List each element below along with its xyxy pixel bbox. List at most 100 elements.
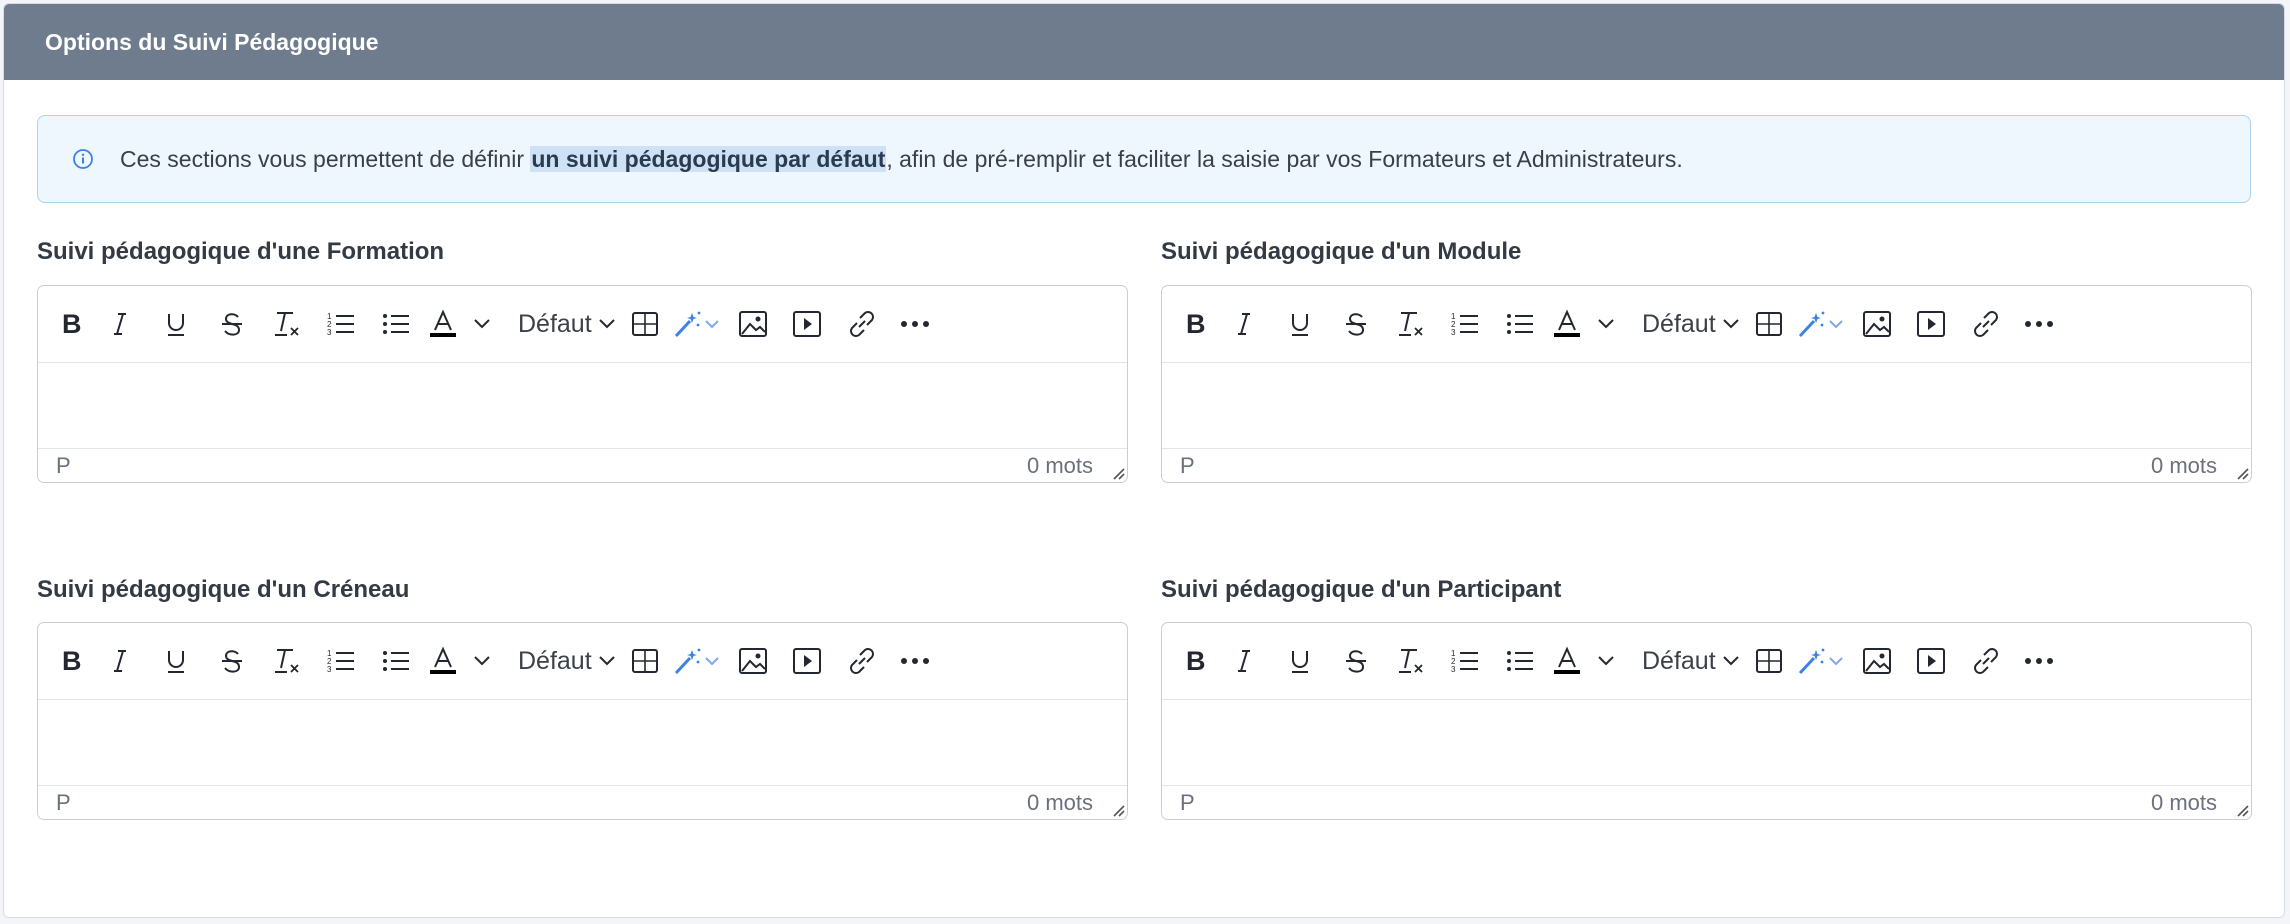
resize-handle-icon[interactable] bbox=[2233, 464, 2249, 480]
more-button[interactable] bbox=[890, 639, 940, 683]
editor-content-area[interactable] bbox=[38, 700, 1127, 785]
format-select[interactable]: Défaut bbox=[512, 639, 622, 683]
editor-toolbar: B 123 Défaut bbox=[1162, 286, 2251, 363]
bulleted-list-icon bbox=[383, 651, 409, 671]
clear-formatting-button[interactable] bbox=[1384, 639, 1438, 683]
media-button[interactable] bbox=[1904, 639, 1958, 683]
text-color-dropdown[interactable] bbox=[462, 639, 502, 683]
text-color-button[interactable] bbox=[1548, 639, 1586, 683]
clear-formatting-button[interactable] bbox=[260, 302, 314, 346]
underline-button[interactable] bbox=[1272, 302, 1328, 346]
resize-handle-icon[interactable] bbox=[1109, 464, 1125, 480]
editor-statusbar: P 0 mots bbox=[1162, 448, 2251, 482]
italic-button[interactable] bbox=[1216, 639, 1272, 683]
resize-handle-icon[interactable] bbox=[1109, 801, 1125, 817]
underline-button[interactable] bbox=[148, 639, 204, 683]
bold-button[interactable]: B bbox=[52, 302, 92, 346]
numbered-list-icon: 123 bbox=[1451, 312, 1478, 337]
text-color-button[interactable] bbox=[424, 639, 462, 683]
italic-button[interactable] bbox=[92, 639, 148, 683]
underline-button[interactable] bbox=[148, 302, 204, 346]
editor-statusbar: P 0 mots bbox=[38, 785, 1127, 819]
table-button[interactable] bbox=[1746, 639, 1792, 683]
table-button[interactable] bbox=[622, 302, 668, 346]
bold-button[interactable]: B bbox=[1176, 639, 1216, 683]
more-button[interactable] bbox=[2014, 302, 2064, 346]
word-count[interactable]: 0 mots bbox=[1027, 453, 1093, 479]
table-button[interactable] bbox=[1746, 302, 1792, 346]
format-select[interactable]: Défaut bbox=[1636, 302, 1746, 346]
italic-button[interactable] bbox=[92, 302, 148, 346]
image-button[interactable] bbox=[1850, 639, 1904, 683]
italic-button[interactable] bbox=[1216, 302, 1272, 346]
numbered-list-button[interactable]: 123 bbox=[1438, 639, 1492, 683]
link-button[interactable] bbox=[834, 639, 890, 683]
clear-formatting-button[interactable] bbox=[1384, 302, 1438, 346]
image-button[interactable] bbox=[726, 639, 780, 683]
word-count[interactable]: 0 mots bbox=[2151, 790, 2217, 816]
editor-content-area[interactable] bbox=[38, 363, 1127, 448]
bold-icon: B bbox=[62, 311, 82, 337]
format-select-value: Défaut bbox=[518, 646, 592, 675]
chevron-down-icon bbox=[1598, 319, 1614, 329]
editor-toolbar: B 123 Défaut bbox=[1162, 623, 2251, 700]
link-button[interactable] bbox=[834, 302, 890, 346]
image-button[interactable] bbox=[1850, 302, 1904, 346]
editor-content-area[interactable] bbox=[1162, 700, 2251, 785]
svg-text:B: B bbox=[62, 311, 82, 337]
text-color-button[interactable] bbox=[1548, 302, 1586, 346]
word-count[interactable]: 0 mots bbox=[2151, 453, 2217, 479]
format-select[interactable]: Défaut bbox=[1636, 639, 1746, 683]
element-path[interactable]: P bbox=[56, 790, 71, 816]
text-color-button[interactable] bbox=[424, 302, 462, 346]
media-button[interactable] bbox=[780, 302, 834, 346]
ai-assistant-button[interactable] bbox=[668, 639, 726, 683]
magic-wand-icon bbox=[1798, 648, 1843, 675]
ai-assistant-button[interactable] bbox=[1792, 302, 1850, 346]
media-button[interactable] bbox=[780, 639, 834, 683]
word-count[interactable]: 0 mots bbox=[1027, 790, 1093, 816]
clear-formatting-button[interactable] bbox=[260, 639, 314, 683]
strikethrough-button[interactable] bbox=[1328, 639, 1384, 683]
bold-button[interactable]: B bbox=[52, 639, 92, 683]
element-path[interactable]: P bbox=[1180, 453, 1195, 479]
text-color-dropdown[interactable] bbox=[1586, 639, 1626, 683]
ai-assistant-button[interactable] bbox=[1792, 639, 1850, 683]
magic-wand-icon bbox=[674, 648, 719, 675]
format-select-value: Défaut bbox=[518, 309, 592, 338]
editor-content-area[interactable] bbox=[1162, 363, 2251, 448]
table-icon bbox=[1755, 312, 1782, 336]
bulleted-list-button[interactable] bbox=[1492, 639, 1548, 683]
numbered-list-button[interactable]: 123 bbox=[314, 639, 368, 683]
strikethrough-button[interactable] bbox=[204, 639, 260, 683]
bulleted-list-button[interactable] bbox=[1492, 302, 1548, 346]
ai-assistant-button[interactable] bbox=[668, 302, 726, 346]
resize-handle-icon[interactable] bbox=[2233, 801, 2249, 817]
text-color-dropdown[interactable] bbox=[1586, 302, 1626, 346]
bulleted-list-button[interactable] bbox=[368, 302, 424, 346]
table-button[interactable] bbox=[622, 639, 668, 683]
editor-statusbar: P 0 mots bbox=[38, 448, 1127, 482]
italic-icon bbox=[1238, 313, 1250, 335]
underline-button[interactable] bbox=[1272, 639, 1328, 683]
text-color-dropdown[interactable] bbox=[462, 302, 502, 346]
format-select[interactable]: Défaut bbox=[512, 302, 622, 346]
element-path[interactable]: P bbox=[1180, 790, 1195, 816]
link-button[interactable] bbox=[1958, 639, 2014, 683]
link-button[interactable] bbox=[1958, 302, 2014, 346]
editor-label-participant: Suivi pédagogique d'un Participant bbox=[1161, 576, 1562, 603]
more-icon bbox=[2024, 321, 2053, 327]
image-button[interactable] bbox=[726, 302, 780, 346]
more-button[interactable] bbox=[890, 302, 940, 346]
bold-button[interactable]: B bbox=[1176, 302, 1216, 346]
numbered-list-button[interactable]: 123 bbox=[314, 302, 368, 346]
more-button[interactable] bbox=[2014, 639, 2064, 683]
strikethrough-button[interactable] bbox=[204, 302, 260, 346]
editor-creneau: B 123 Défaut P 0 mots bbox=[37, 622, 1128, 820]
strikethrough-button[interactable] bbox=[1328, 302, 1384, 346]
media-button[interactable] bbox=[1904, 302, 1958, 346]
element-path[interactable]: P bbox=[56, 453, 71, 479]
bulleted-list-button[interactable] bbox=[368, 639, 424, 683]
strikethrough-icon bbox=[1346, 313, 1366, 336]
numbered-list-button[interactable]: 123 bbox=[1438, 302, 1492, 346]
